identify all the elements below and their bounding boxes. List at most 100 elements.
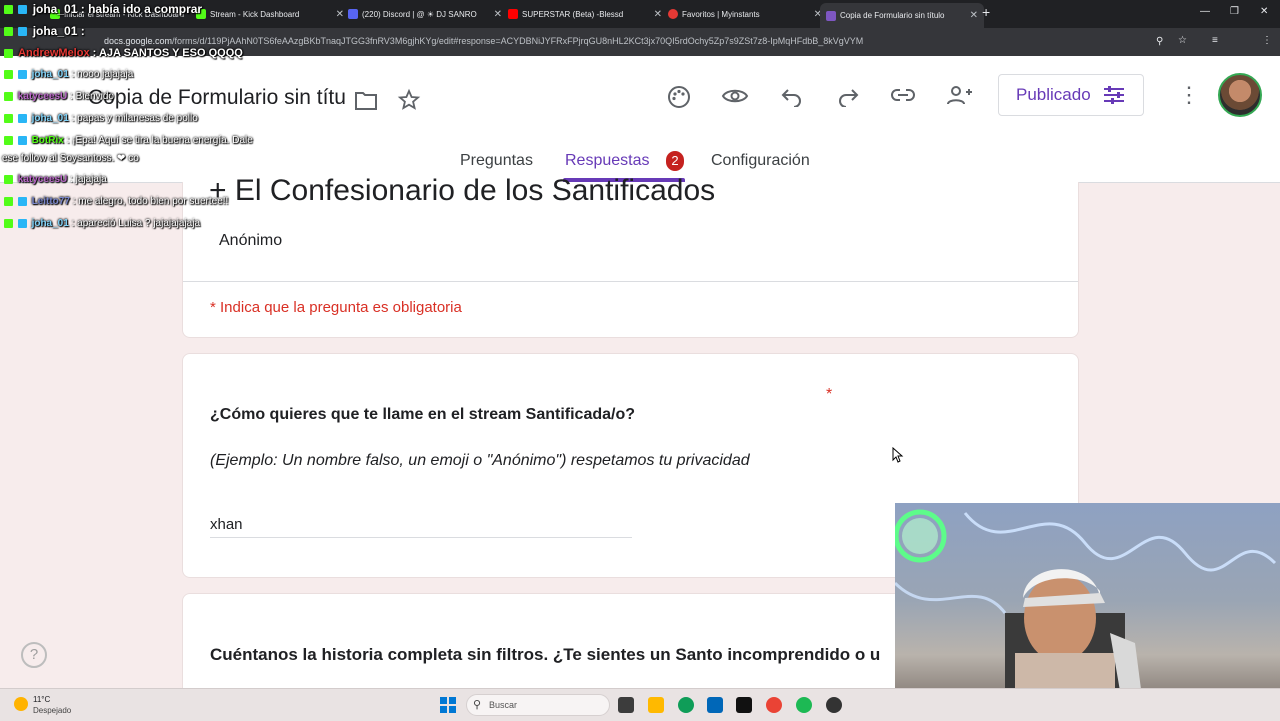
maximize-icon[interactable]: ❐: [1230, 6, 1239, 17]
chat-text: : me alegro, todo bien por suertee!!: [72, 196, 229, 207]
answer-underline: [210, 537, 632, 538]
chat-message: joha_01 :: [4, 24, 85, 38]
new-tab-icon[interactable]: +: [982, 4, 990, 20]
forms-icon: [826, 10, 836, 21]
help-icon[interactable]: ?: [21, 642, 47, 668]
kick-badge-icon: [4, 5, 13, 15]
publish-label: Publicado: [1016, 85, 1091, 104]
close-icon[interactable]: ✕: [494, 9, 502, 20]
close-icon[interactable]: ✕: [970, 10, 978, 21]
chat-message: BotRix : ¡Epa! Aquí se tira la buena ene…: [4, 135, 253, 146]
chat-username: katyceesU: [17, 174, 68, 185]
task-view-icon[interactable]: [618, 697, 634, 713]
browser-tab-title: SUPERSTAR (Beta) -Blessd: [522, 9, 624, 19]
windows-start-icon[interactable]: [440, 697, 456, 713]
chat-text: : ¡Epa! Aquí se tira la buena energía. D…: [66, 135, 253, 146]
tab-configuracion[interactable]: Configuración: [711, 152, 810, 170]
badge-icon: [17, 113, 27, 123]
undo-icon[interactable]: [780, 85, 804, 107]
publish-button[interactable]: Publicado: [998, 74, 1144, 116]
browser-tab-title: Favoritos | Myinstants: [682, 9, 760, 19]
link-icon[interactable]: [890, 85, 916, 105]
kick-badge-icon: [4, 135, 13, 145]
answer-value: xhan: [210, 516, 243, 533]
chat-text: : nooo jajajaja: [71, 69, 134, 80]
chat-text: : apareció Luisa ? jajajajajaja: [71, 218, 201, 229]
kick-badge-icon: [4, 27, 13, 37]
store-icon[interactable]: [707, 697, 723, 713]
file-explorer-icon[interactable]: [648, 697, 664, 713]
url-full: docs.google.com/forms/d/119PjAAhN0TS6feA…: [104, 36, 864, 46]
chat-message-continuation: ese follow al Soysantoss. ❤ co: [2, 153, 139, 164]
tune-icon: [1103, 86, 1124, 104]
yandex-icon[interactable]: [736, 697, 752, 713]
taskbar-search[interactable]: ⚲ Buscar: [466, 694, 610, 716]
badge-icon: [17, 218, 27, 228]
kick-badge-icon: [4, 69, 13, 79]
chat-message: katyceesU : jajajaja: [4, 174, 107, 185]
browser-menu-icon[interactable]: ⋮: [1262, 35, 1272, 46]
minimize-icon[interactable]: —: [1200, 6, 1210, 17]
browser-tab-kick-dashboard[interactable]: Stream - Kick Dashboard ✕: [190, 4, 350, 24]
chat-text: :: [80, 24, 85, 38]
browser-tab-title: Copia de Formulario sin título: [840, 11, 945, 20]
palette-icon[interactable]: [666, 84, 692, 110]
browser-tab-myinstants[interactable]: Favoritos | Myinstants ✕: [662, 4, 828, 24]
divider: [183, 281, 1078, 282]
browser-tab-youtube[interactable]: SUPERSTAR (Beta) -Blessd ✕: [502, 4, 668, 24]
search-placeholder: Buscar: [489, 700, 518, 710]
user-avatar[interactable]: [1218, 73, 1262, 117]
obs-icon[interactable]: [826, 697, 842, 713]
kick-badge-icon: [4, 113, 13, 123]
badge-icon: [17, 69, 27, 79]
badge-icon: [17, 135, 27, 145]
windows-taskbar: 11°C Despejado ⚲ Buscar: [0, 688, 1280, 721]
browser-tab-forms[interactable]: Copia de Formulario sin título ✕: [820, 3, 984, 28]
bookmark-star-icon[interactable]: ☆: [1178, 35, 1187, 46]
chat-username: joha_01: [32, 2, 78, 16]
edge-icon[interactable]: [678, 697, 694, 713]
more-vert-icon[interactable]: ⋮: [1178, 82, 1200, 108]
badge-icon: [17, 196, 27, 206]
chat-message: joha_01 : papas y milanesas de pollo: [4, 113, 198, 124]
chat-message: AndrewMelox : AJA SANTOS Y ESO QQQQ: [4, 47, 243, 59]
redo-icon[interactable]: [836, 85, 860, 107]
form-doc-title[interactable]: Copia de Formulario sin títu: [88, 86, 346, 110]
browser-tab-discord[interactable]: (220) Discord | @ ☀ DJ SANRO ✕: [342, 4, 508, 24]
chrome-icon[interactable]: [766, 697, 782, 713]
close-window-icon[interactable]: ✕: [1260, 6, 1268, 17]
question-description: (Ejemplo: Un nombre falso, un emoji o "A…: [210, 452, 750, 469]
chat-username: joha_01: [31, 113, 69, 124]
required-asterisk: *: [826, 386, 833, 403]
add-collaborator-icon[interactable]: [945, 83, 973, 107]
question-title: ¿Cómo quieres que te llame en el stream …: [210, 406, 636, 423]
chat-text: : papas y milanesas de pollo: [71, 113, 198, 124]
close-icon[interactable]: ✕: [654, 9, 662, 20]
tab-preguntas[interactable]: Preguntas: [460, 152, 533, 170]
chat-message: katyceesU : Bienvido: [4, 91, 114, 102]
browser-tab-title: (220) Discord | @ ☀ DJ SANRO: [362, 9, 477, 19]
folder-icon[interactable]: [354, 89, 378, 111]
tab-respuestas[interactable]: Respuestas: [565, 152, 650, 170]
chat-text: ese follow al Soysantoss. ❤ co: [2, 153, 139, 164]
chat-message: joha_01 : apareció Luisa ? jajajajajaja: [4, 218, 200, 229]
chat-message: joha_01 : había ido a comprar: [4, 2, 202, 16]
zoom-icon[interactable]: ⚲: [1156, 36, 1163, 47]
chat-username: Leitto77: [31, 196, 70, 207]
star-icon[interactable]: [397, 88, 421, 112]
form-author: Anónimo: [219, 232, 283, 249]
form-title: + El Confesionario de los Santificados: [209, 174, 716, 207]
chat-message: Leitto77 : me alegro, todo bien por suer…: [4, 196, 228, 207]
extensions-icon[interactable]: ≡: [1212, 35, 1218, 46]
chat-username: joha_01: [31, 218, 69, 229]
chat-username: joha_01: [31, 69, 69, 80]
mouse-cursor: [892, 447, 904, 463]
search-icon: ⚲: [473, 699, 482, 711]
weather-moon-icon: [14, 697, 28, 711]
chat-text: : AJA SANTOS Y ESO QQQQ: [92, 47, 243, 59]
weather-desc: Despejado: [33, 706, 72, 715]
preview-eye-icon[interactable]: [721, 86, 749, 106]
youtube-icon: [508, 9, 518, 19]
weather-temp: 11°C: [33, 695, 51, 704]
spotify-icon[interactable]: [796, 697, 812, 713]
